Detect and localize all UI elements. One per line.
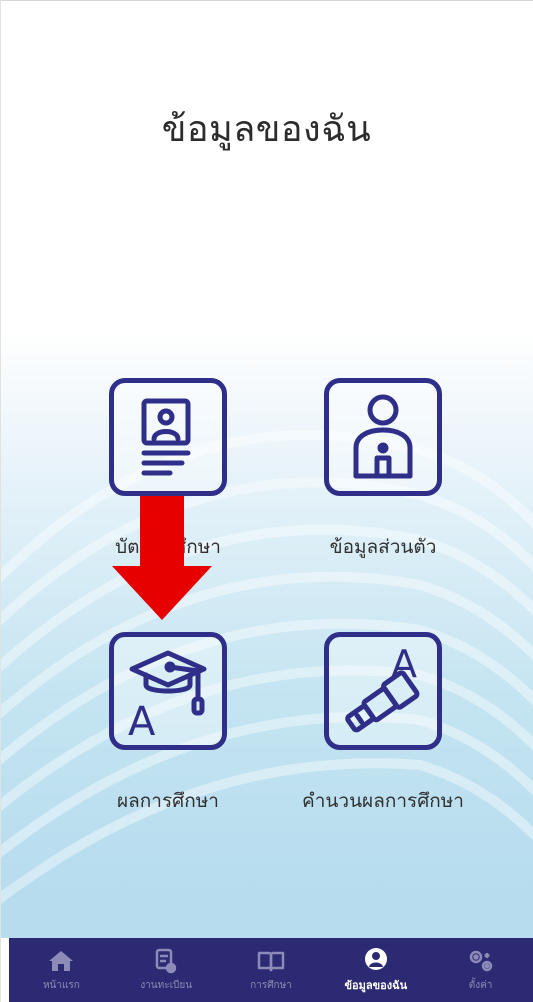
profile-icon <box>364 946 388 972</box>
page-title: ข้อมูลของฉัน <box>161 109 372 150</box>
tab-my-info[interactable]: ข้อมูลของฉัน <box>323 938 428 1002</box>
app-screen: ข้อมูลของฉัน บัตรนักศึกษา ข้ <box>0 0 533 1002</box>
svg-text:A: A <box>128 699 156 741</box>
bottom-tab-bar: หน้าแรก งานทะเบียน การศึกษา ข้อมูลของฉัน… <box>9 938 533 1002</box>
grade-cap-icon: A <box>109 632 227 750</box>
student-id-card-icon <box>109 378 227 496</box>
tab-label: หน้าแรก <box>42 979 80 991</box>
tab-label: งานทะเบียน <box>140 979 193 991</box>
tabbar-left-edge <box>0 938 9 1002</box>
menu-tile-personal-info[interactable]: ข้อมูลส่วนตัว <box>283 378 483 562</box>
tab-home[interactable]: หน้าแรก <box>9 938 114 1002</box>
red-arrow-indicator <box>112 496 212 620</box>
menu-tile-label: ข้อมูลส่วนตัว <box>329 536 437 558</box>
person-icon <box>324 378 442 496</box>
menu-tile-label: ผลการศึกษา <box>117 790 219 812</box>
home-icon <box>48 948 74 974</box>
settings-icon <box>468 948 494 974</box>
tab-settings[interactable]: ตั้งค่า <box>428 938 533 1002</box>
registration-icon <box>155 948 177 974</box>
telescope-grade-icon: A <box>324 632 442 750</box>
menu-tile-calculate-grades[interactable]: A คำนวนผลการศึกษา <box>283 632 483 816</box>
tab-label: ตั้งค่า <box>468 979 493 991</box>
menu-tile-label: คำนวนผลการศึกษา <box>302 790 464 812</box>
book-icon <box>257 948 285 974</box>
tab-label: การศึกษา <box>250 979 292 991</box>
tab-registration[interactable]: งานทะเบียน <box>114 938 219 1002</box>
tab-label: ข้อมูลของฉัน <box>344 979 408 992</box>
tab-education[interactable]: การศึกษา <box>219 938 324 1002</box>
menu-tile-grades[interactable]: A ผลการศึกษา <box>68 632 268 816</box>
svg-text:A: A <box>391 642 417 686</box>
